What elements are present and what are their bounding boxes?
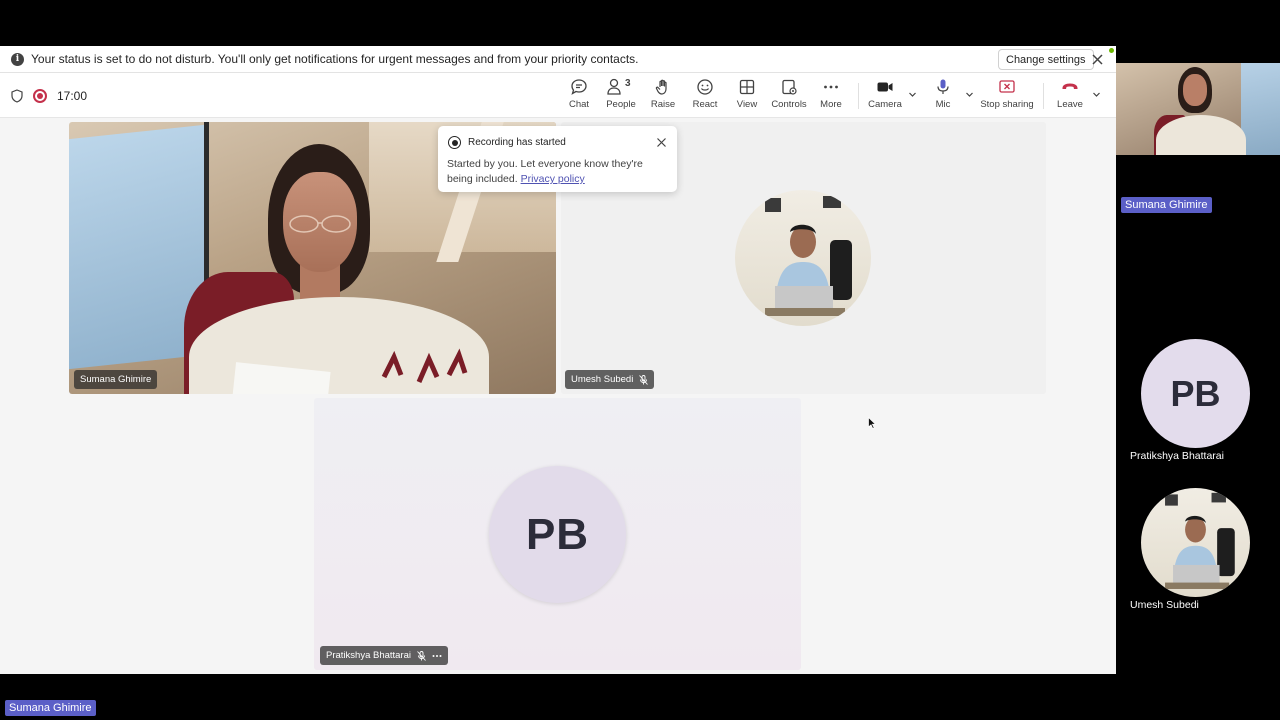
close-icon[interactable] [656,137,667,148]
sidebar-avatar-pratikshya[interactable]: PB [1141,339,1250,448]
people-icon [607,78,621,95]
camera-options-chevron-icon[interactable] [908,90,917,99]
react-label: React [692,99,718,110]
toolbar-divider [858,83,859,109]
stop-share-icon [999,80,1015,93]
meeting-toolbar: 17:00 Chat 3 People Raise React View Con… [0,73,1116,118]
avatar-photo [765,196,852,316]
raise-label: Raise [650,99,676,110]
mic-label: Mic [935,99,951,110]
thumbnail-background-screen [1241,63,1280,155]
stop-sharing-label: Stop sharing [980,99,1034,110]
info-icon: i [11,52,24,66]
online-status-dot [1109,48,1114,53]
toolbar-divider-2 [1043,83,1044,109]
view-label: View [736,99,758,110]
avatar-initials: PB [1170,372,1221,414]
toast-body: Started by you. Let everyone know they'r… [447,157,669,187]
recording-icon [448,136,461,149]
people-label: People [606,99,636,110]
dnd-notification-bar: i Your status is set to do not disturb. … [0,46,1116,73]
hang-up-icon [1062,83,1078,89]
recording-indicator-icon [33,89,47,103]
avatar [735,190,871,326]
leave-options-chevron-icon[interactable] [1092,90,1101,99]
more-options-icon[interactable] [432,651,442,661]
mouse-cursor-icon [868,417,876,429]
hand-icon [655,79,667,95]
dnd-message: Your status is set to do not disturb. Yo… [31,52,639,66]
grid-view-icon [739,79,755,95]
more-label: More [820,99,842,110]
mic-muted-icon [639,374,649,385]
stop-sharing-button[interactable]: Stop sharing [980,78,1034,116]
camera-button[interactable]: Camera [868,78,902,116]
controls-button[interactable]: Controls [771,78,807,116]
meeting-stage: Sumana Ghimire Umesh Subedi PB Pratikshy… [0,119,1116,674]
participant-name-tag-umesh: Umesh Subedi [565,370,655,389]
mic-button[interactable]: Mic [932,78,954,116]
camera-label: Camera [868,99,902,110]
avatar-photo [1165,492,1235,589]
leave-button[interactable]: Leave [1057,78,1083,116]
video-sweater-pattern [381,348,468,383]
controls-icon [782,79,797,95]
active-speaker-tag: Sumana Ghimire [5,700,96,716]
change-settings-button[interactable]: Change settings [998,49,1094,70]
chat-label: Chat [568,99,590,110]
participant-name-tag: Sumana Ghimire [74,370,158,389]
self-name-tag: Sumana Ghimire [1121,197,1212,213]
participant-name: Umesh Subedi [571,374,634,385]
more-icon [824,85,838,89]
avatar: PB [489,466,626,603]
thumbnail-person-face [1183,74,1207,106]
avatar-initials: PB [525,509,590,559]
controls-label: Controls [771,99,807,110]
participant-name-tag-pratikshya: Pratikshya Bhattarai [320,646,449,665]
self-video-thumbnail[interactable] [1116,63,1280,155]
react-button[interactable]: React [693,78,717,116]
mic-options-chevron-icon[interactable] [965,90,974,99]
sidebar-name-umesh: Umesh Subedi [1130,599,1199,611]
sidebar-name-pratikshya: Pratikshya Bhattarai [1130,450,1224,462]
screen: i Your status is set to do not disturb. … [0,0,1280,720]
raise-hand-button[interactable]: Raise [651,78,675,116]
people-count: 3 [625,78,631,89]
chat-icon [571,79,587,95]
participant-name: Pratikshya Bhattarai [326,650,412,661]
recording-started-toast: Recording has started Started by you. Le… [438,126,677,192]
sidebar-avatar-umesh[interactable] [1141,488,1250,597]
privacy-policy-link[interactable]: Privacy policy [521,173,585,185]
thumbnail-person-body [1156,115,1246,155]
leave-label: Leave [1057,99,1083,110]
mic-muted-icon [417,650,426,661]
video-person-glasses [289,215,351,233]
microphone-icon [937,79,949,94]
toast-title: Recording has started [468,137,566,148]
more-button[interactable]: More [820,78,842,116]
participant-name: Sumana Ghimire [80,374,152,385]
meeting-timer: 17:00 [57,89,88,103]
smiley-icon [697,79,713,95]
people-button[interactable]: 3 People [606,78,636,116]
shield-icon [11,89,23,103]
close-icon[interactable] [1090,52,1105,67]
view-button[interactable]: View [736,78,758,116]
participant-tile-pratikshya[interactable]: PB Pratikshya Bhattarai [314,398,801,670]
camera-icon [877,82,893,92]
chat-button[interactable]: Chat [568,78,590,116]
